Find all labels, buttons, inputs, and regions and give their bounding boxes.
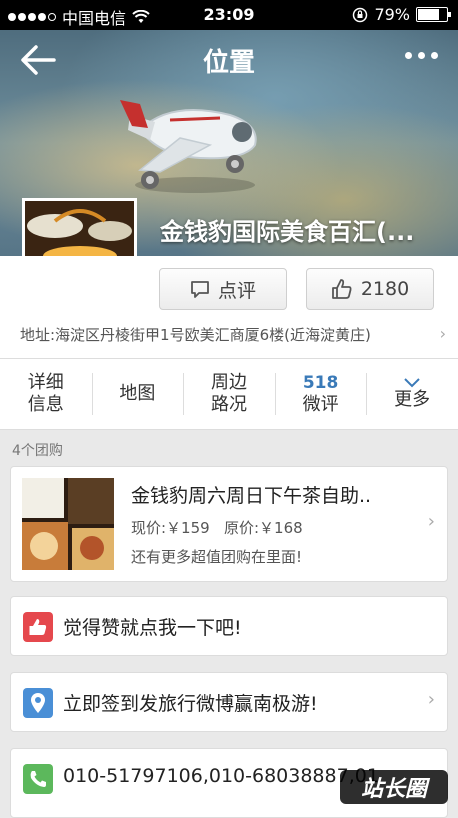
deal-title: 金钱豹周六周日下午茶自助.. [131, 485, 372, 507]
like-row[interactable]: 觉得赞就点我一下吧! [10, 596, 448, 656]
dot-icon [431, 52, 438, 59]
dot-icon [418, 52, 425, 59]
comment-icon [191, 281, 209, 298]
dot-icon [405, 52, 412, 59]
tab-label: 信息 [27, 394, 64, 415]
shop-info-panel: 点评 2180 地址:海淀区丹棱街甲1号欧美汇商厦6楼(近海淀黄庄) › [0, 256, 458, 358]
tab-map[interactable]: 地图 [91, 359, 184, 429]
food-photo [22, 478, 114, 570]
chevron-right-icon: › [439, 324, 446, 343]
status-bar: 中国电信 23:09 79% [0, 0, 458, 30]
deals-count-label: 4个团购 [12, 443, 63, 459]
deal-more-text: 还有更多超值团购在里面! [131, 548, 303, 566]
address-link[interactable]: 地址:海淀区丹棱街甲1号欧美汇商厦6楼(近海淀黄庄) [20, 324, 430, 345]
deal-card[interactable]: 金钱豹周六周日下午茶自助.. 现价:￥159 原价:￥168 还有更多超值团购在… [10, 466, 448, 582]
battery-percent: 79% [374, 5, 410, 24]
like-prompt: 觉得赞就点我一下吧! [63, 617, 242, 639]
rotation-lock-icon [353, 7, 368, 22]
thumbs-up-icon [331, 279, 352, 299]
tab-bar: 详细 信息 地图 周边 路况 518 微评 更多 [0, 358, 458, 430]
tab-label: 微评 [302, 394, 339, 415]
nav-bar: 位置 [0, 30, 458, 90]
chevron-right-icon: › [427, 511, 435, 532]
like-count: 2180 [360, 278, 410, 300]
review-button[interactable]: 点评 [159, 268, 287, 310]
deal-thumbnail [22, 478, 114, 570]
review-label: 点评 [217, 279, 256, 302]
chevron-right-icon: › [427, 689, 435, 710]
thumbs-up-icon [23, 612, 53, 642]
tab-label: 更多 [394, 389, 431, 410]
like-button[interactable]: 2180 [306, 268, 434, 310]
phone-icon [23, 764, 53, 794]
tab-label: 详细 [27, 372, 64, 393]
tab-details[interactable]: 详细 信息 [0, 359, 92, 429]
phone-numbers[interactable]: 010-51797106,010-68038887,01 [63, 765, 379, 787]
more-options-button[interactable] [405, 52, 438, 59]
tab-micro-reviews[interactable]: 518 微评 [274, 359, 367, 429]
chevron-down-icon [404, 378, 420, 388]
tab-label: 路况 [210, 394, 247, 415]
tab-label: 周边 [210, 372, 247, 393]
checkin-prompt: 立即签到发旅行微博赢南极游! [63, 693, 318, 715]
micro-review-count: 518 [302, 373, 339, 393]
page-title: 位置 [202, 48, 255, 78]
shop-name: 金钱豹国际美食百汇(... [160, 218, 415, 246]
location-pin-icon [23, 688, 53, 718]
tab-more[interactable]: 更多 [366, 359, 458, 429]
battery-icon [416, 7, 451, 22]
tab-label: 地图 [119, 383, 156, 404]
site-watermark: 站长圈 [340, 770, 448, 804]
checkin-row[interactable]: 立即签到发旅行微博赢南极游! › [10, 672, 448, 732]
tab-nearby-traffic[interactable]: 周边 路况 [183, 359, 275, 429]
deal-price: 现价:￥159 原价:￥168 [131, 519, 303, 537]
